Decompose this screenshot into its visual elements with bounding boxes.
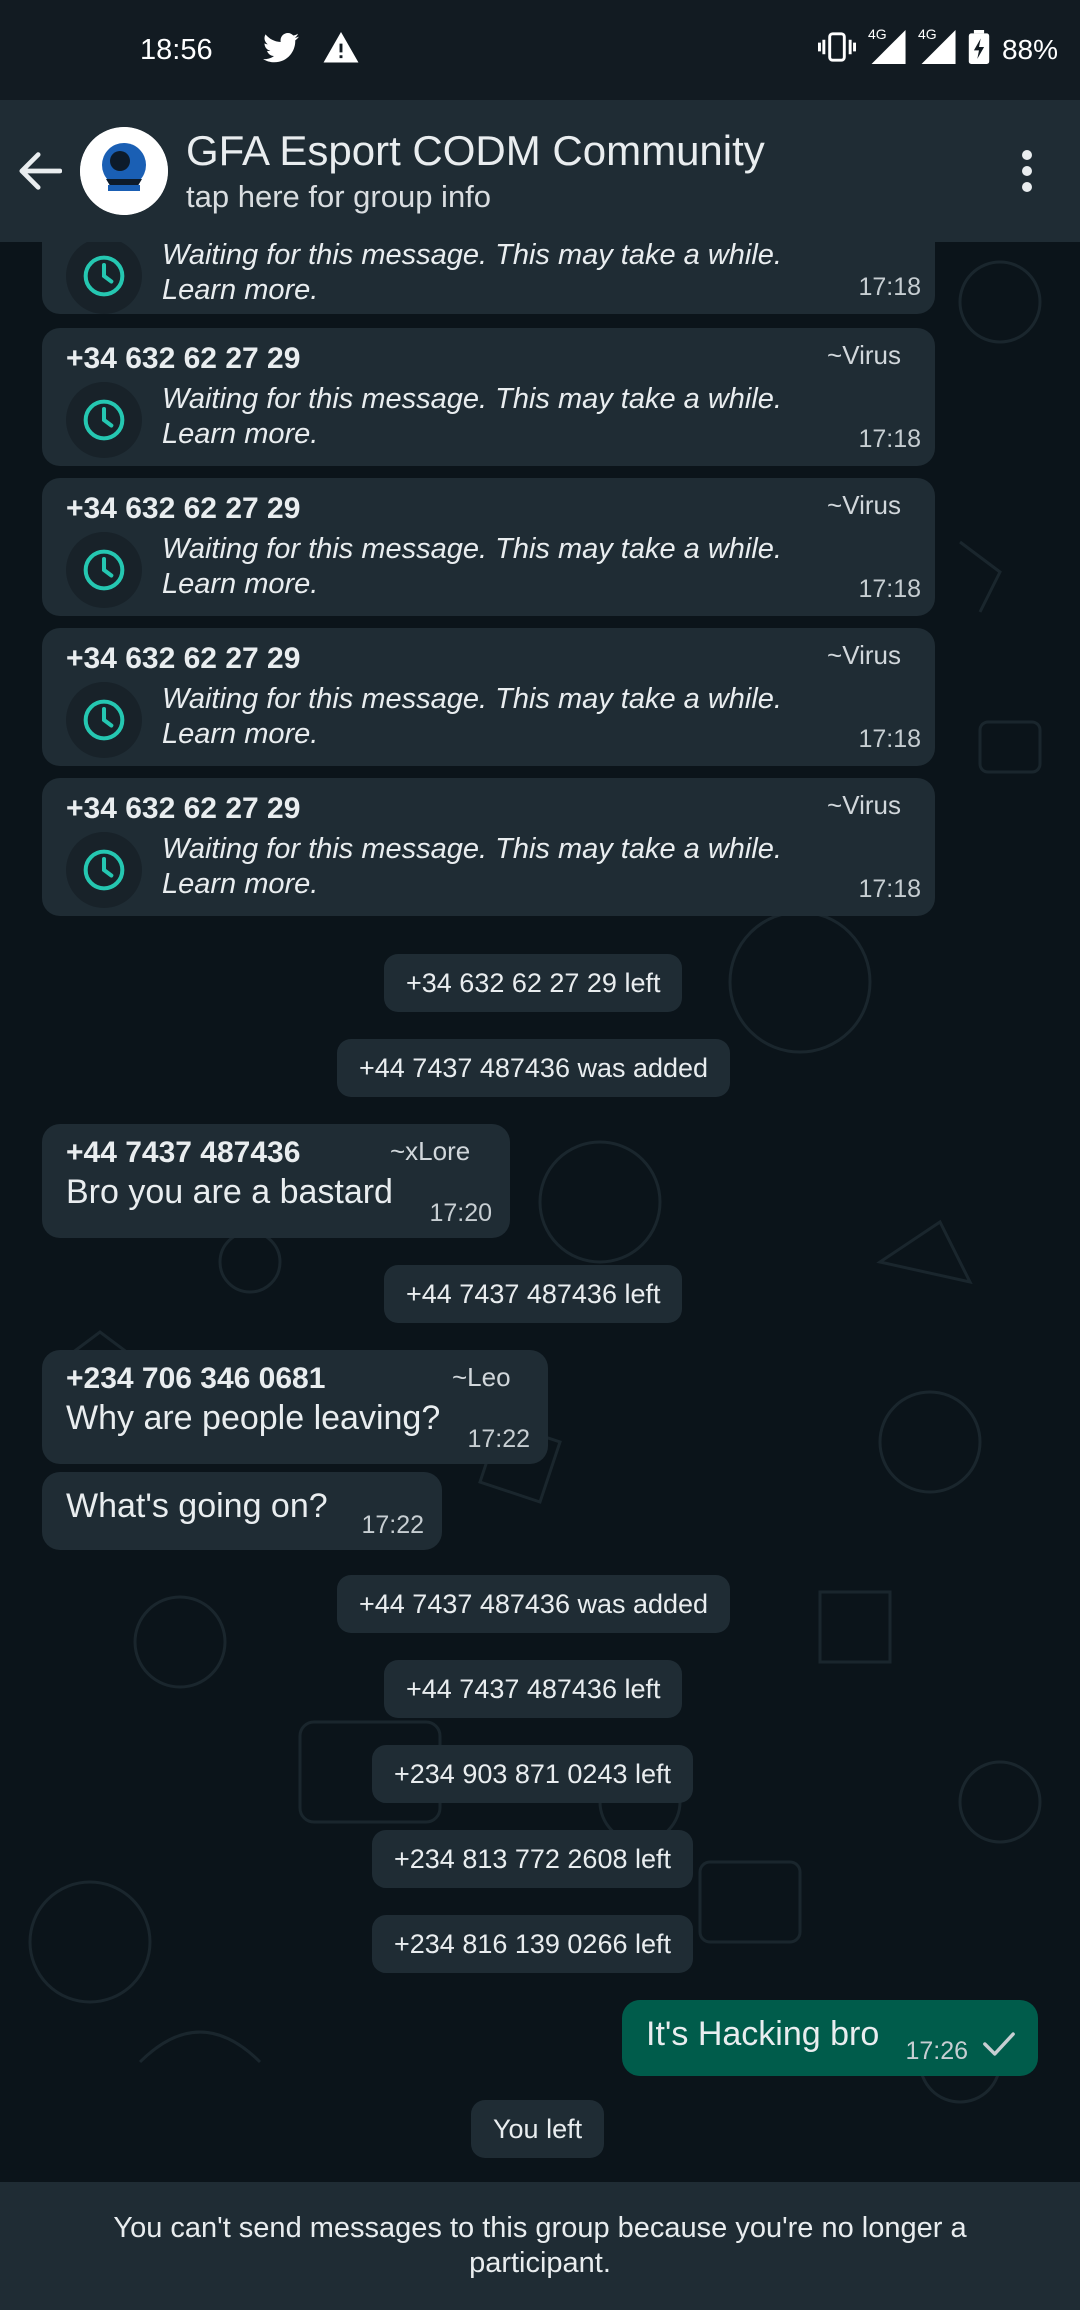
system-notice: +34 632 62 27 29 left [384, 954, 683, 1012]
system-notice: +44 7437 487436 left [384, 1265, 683, 1323]
signal-icon: 4G [868, 26, 906, 71]
sender-name: ~xLore [390, 1136, 471, 1166]
message-text: Bro you are a bastard [66, 1173, 393, 1211]
message-time: 17:22 [361, 1511, 424, 1539]
message-text: Why are people leaving? [66, 1399, 441, 1437]
message-time: 17:18 [858, 425, 921, 453]
single-check-icon [982, 2031, 1016, 2062]
battery-charging-icon [968, 29, 990, 71]
waiting-text: Waiting for this message. This may take … [162, 382, 782, 452]
waiting-text: Waiting for this message. This may take … [162, 242, 782, 308]
system-notice: +234 813 772 2608 left [372, 1830, 694, 1888]
status-right: 4G 4G 88% [817, 26, 1058, 71]
chat-header[interactable]: GFA Esport CODM Community tap here for g… [0, 100, 1080, 242]
page-title: GFA Esport CODM Community [186, 127, 765, 174]
clock-icon [66, 242, 142, 314]
status-bar: 18:56 4G 4G 88% [0, 0, 1080, 100]
pending-message[interactable]: +34 632 62 27 29 ~Virus Waiting for this… [42, 478, 935, 616]
group-info-hint: tap here for group info [186, 179, 492, 214]
waiting-line: Waiting for this message. This may take … [162, 683, 782, 715]
sender-phone[interactable]: +34 632 62 27 29 [66, 492, 911, 526]
incoming-message[interactable]: +234 706 346 0681 ~Leo Why are people le… [42, 1350, 548, 1464]
waiting-text: Waiting for this message. This may take … [162, 532, 782, 602]
message-time: 17:18 [858, 273, 921, 301]
clock-icon [66, 382, 142, 458]
sender-name: ~Virus [827, 640, 901, 670]
sender-name: ~Leo [452, 1362, 511, 1392]
system-notice: +234 903 871 0243 left [372, 1745, 694, 1803]
learn-more-link[interactable]: Learn more. [162, 717, 782, 752]
sender-phone[interactable]: +34 632 62 27 29 [66, 642, 911, 676]
clock-icon [66, 682, 142, 758]
incoming-message[interactable]: +44 7437 487436 ~xLore Bro you are a bas… [42, 1124, 510, 1238]
learn-more-link[interactable]: Learn more. [162, 867, 782, 902]
chat-area[interactable]: Waiting for this message. This may take … [0, 242, 1080, 2182]
message-time: 17:18 [858, 725, 921, 753]
pending-message[interactable]: +34 632 62 27 29 ~Virus Waiting for this… [42, 778, 935, 916]
system-notice: +44 7437 487436 left [384, 1660, 683, 1718]
sender-phone[interactable]: +34 632 62 27 29 [66, 792, 911, 826]
battery-percent: 88% [1001, 34, 1058, 65]
network-label: 4G [867, 25, 887, 42]
network-label: 4G [917, 25, 937, 42]
back-button[interactable] [0, 100, 80, 242]
pending-message[interactable]: +34 632 62 27 29 ~Virus Waiting for this… [42, 628, 935, 766]
sender-name: ~Virus [827, 340, 901, 370]
waiting-row: Waiting for this message. This may take … [66, 532, 911, 608]
overflow-menu-button[interactable] [992, 100, 1062, 242]
message-time: 17:22 [467, 1425, 530, 1453]
status-left: 18:56 [140, 31, 359, 69]
clock-icon [66, 832, 142, 908]
waiting-line: Waiting for this message. This may take … [162, 533, 782, 565]
system-notice: +234 816 139 0266 left [372, 1915, 694, 1973]
system-notice: You left [471, 2100, 605, 2158]
signal-icon: 4G [918, 26, 956, 71]
vibrate-icon [817, 31, 856, 69]
waiting-line: Waiting for this message. This may take … [162, 833, 782, 865]
system-notice: +44 7437 487436 was added [337, 1039, 731, 1097]
sender-name: ~Virus [827, 790, 901, 820]
waiting-line: Waiting for this message. This may take … [162, 383, 782, 415]
learn-more-link[interactable]: Learn more. [162, 417, 782, 452]
more-vertical-icon [1022, 150, 1032, 192]
message-time: 17:26 [905, 2037, 968, 2065]
outgoing-message[interactable]: It's Hacking bro 17:26 [622, 2000, 1038, 2076]
waiting-text: Waiting for this message. This may take … [162, 682, 782, 752]
warning-icon [323, 31, 359, 69]
message-time: 17:18 [858, 875, 921, 903]
waiting-row: Waiting for this message. This may take … [66, 832, 911, 908]
pending-message[interactable]: Waiting for this message. This may take … [42, 242, 935, 314]
message-time: 17:18 [858, 575, 921, 603]
waiting-row: Waiting for this message. This may take … [66, 242, 911, 314]
waiting-text: Waiting for this message. This may take … [162, 832, 782, 902]
waiting-row: Waiting for this message. This may take … [66, 382, 911, 458]
status-time: 18:56 [140, 33, 213, 66]
sender-name: ~Virus [827, 490, 901, 520]
incoming-message[interactable]: What's going on? 17:22 [42, 1472, 442, 1550]
learn-more-link[interactable]: Learn more. [162, 567, 782, 602]
clock-icon [66, 532, 142, 608]
sender-phone[interactable]: +34 632 62 27 29 [66, 342, 911, 376]
system-notice: +44 7437 487436 was added [337, 1575, 731, 1633]
composer-disabled-notice: You can't send messages to this group be… [0, 2182, 1080, 2310]
removed-participant-text: You can't send messages to this group be… [113, 2212, 967, 2279]
waiting-row: Waiting for this message. This may take … [66, 682, 911, 758]
waiting-line: Waiting for this message. This may take … [162, 242, 782, 271]
message-time: 17:20 [429, 1199, 492, 1227]
arrow-left-icon [19, 152, 62, 190]
pending-message[interactable]: +34 632 62 27 29 ~Virus Waiting for this… [42, 328, 935, 466]
learn-more-link[interactable]: Learn more. [162, 273, 782, 308]
twitter-icon [262, 32, 299, 68]
group-title-block[interactable]: GFA Esport CODM Community tap here for g… [186, 125, 992, 217]
group-avatar[interactable] [80, 127, 168, 215]
